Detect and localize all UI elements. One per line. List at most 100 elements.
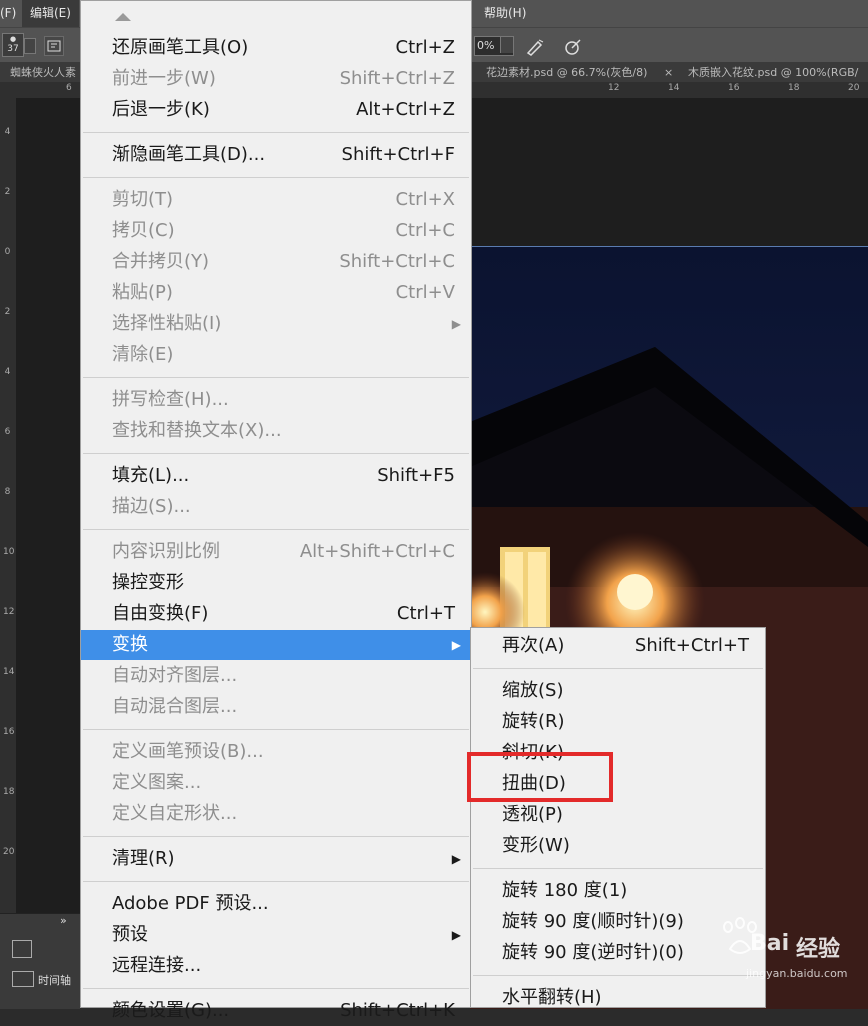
menu-item-label: 定义画笔预设(B)...	[112, 741, 264, 762]
menu-item-label: 拷贝(C)	[112, 220, 175, 241]
menu-item-edit-2-2[interactable]: 合并拷贝(Y) Shift+Ctrl+C	[81, 247, 471, 277]
menu-item-label: 粘贴(P)	[112, 282, 173, 303]
menu-item-label: 变形(W)	[502, 835, 570, 856]
menu-item-transform-1-4[interactable]: 透视(P)	[471, 800, 765, 830]
ruler-tick: 2	[4, 307, 11, 317]
ruler-tick: 18	[788, 83, 800, 93]
tab-doc-3[interactable]: 木质嵌入花纹.psd @ 100%(RGB/	[688, 63, 868, 82]
menu-item-edit-8-2[interactable]: 远程连接...	[81, 951, 471, 981]
menu-item-edit-0-0[interactable]: 还原画笔工具(O) Ctrl+Z	[81, 33, 471, 63]
menu-item-transform-1-1[interactable]: 旋转(R)	[471, 707, 765, 737]
menu-item-edit-6-2[interactable]: 定义自定形状...	[81, 799, 471, 829]
menu-item-label: 后退一步(K)	[112, 99, 210, 120]
timeline-tab[interactable]: 时间轴	[38, 972, 71, 988]
menu-item-label: 旋转 90 度(顺时针)(9)	[502, 911, 684, 932]
pressure-size-icon[interactable]	[562, 36, 584, 58]
menu-item-transform-2-0[interactable]: 旋转 180 度(1)	[471, 876, 765, 906]
menu-separator	[473, 668, 763, 669]
menu-item-label: 再次(A)	[502, 635, 565, 656]
menu-item-edit-5-3[interactable]: 变换 ▶	[81, 630, 471, 660]
menu-item-shortcut: Shift+Ctrl+K	[340, 1000, 455, 1021]
menu-item-edit-5-5[interactable]: 自动混合图层...	[81, 692, 471, 722]
menu-separator	[473, 868, 763, 869]
ruler-tick: 18	[3, 787, 15, 797]
menu-item-edit-0-2[interactable]: 后退一步(K) Alt+Ctrl+Z	[81, 95, 471, 125]
airbrush-icon[interactable]	[524, 36, 546, 58]
panel-image-icon[interactable]	[12, 940, 32, 958]
menu-item-label: 内容识别比例	[112, 541, 220, 562]
menu-item-label: 查找和替换文本(X)...	[112, 420, 282, 441]
menu-item-label: 渐隐画笔工具(D)...	[112, 144, 266, 165]
submenu-arrow-icon: ▶	[451, 928, 461, 942]
menu-item-edit-4-1[interactable]: 描边(S)...	[81, 492, 471, 522]
menu-item-edit-9-0[interactable]: 颜色设置(G)... Shift+Ctrl+K	[81, 996, 471, 1026]
menu-item-edit-6-1[interactable]: 定义图案...	[81, 768, 471, 798]
menu-item-edit-2-1[interactable]: 拷贝(C) Ctrl+C	[81, 216, 471, 246]
brush-preset-picker[interactable]: ● 37	[2, 33, 24, 57]
menu-item-transform-0-0[interactable]: 再次(A) Shift+Ctrl+T	[471, 631, 765, 661]
menu-item-edit-2-5[interactable]: 清除(E)	[81, 340, 471, 370]
menu-item-edit-6-0[interactable]: 定义画笔预设(B)...	[81, 737, 471, 767]
menu-item-edit-7-0[interactable]: 清理(R) ▶	[81, 844, 471, 874]
menu-item-transform-1-0[interactable]: 缩放(S)	[471, 676, 765, 706]
menu-item-shortcut: Ctrl+Z	[395, 37, 455, 58]
brush-panel-toggle-icon[interactable]	[44, 36, 64, 56]
menu-scroll-up-icon[interactable]	[115, 13, 131, 21]
menu-help[interactable]: 帮助(H)	[484, 0, 526, 27]
timeline-icon[interactable]	[12, 971, 34, 987]
ruler-tick: 4	[4, 127, 11, 137]
menu-separator	[83, 988, 469, 989]
submenu-arrow-icon: ▶	[451, 638, 461, 652]
menu-edit[interactable]: 编辑(E)	[22, 0, 79, 27]
menu-item-edit-5-1[interactable]: 操控变形	[81, 568, 471, 598]
menu-item-label: 远程连接...	[112, 955, 202, 976]
menu-item-edit-2-0[interactable]: 剪切(T) Ctrl+X	[81, 185, 471, 215]
menu-item-transform-1-5[interactable]: 变形(W)	[471, 831, 765, 861]
ruler-tick: 8	[4, 487, 11, 497]
menu-item-label: 填充(L)...	[112, 465, 190, 486]
menu-item-edit-8-1[interactable]: 预设 ▶	[81, 920, 471, 950]
side-panel: » 时间轴	[0, 913, 80, 1009]
flow-dropdown-arrow[interactable]	[500, 37, 513, 53]
menu-item-edit-2-4[interactable]: 选择性粘贴(I) ▶	[81, 309, 471, 339]
menu-item-label: 描边(S)...	[112, 496, 191, 517]
menu-item-edit-8-0[interactable]: Adobe PDF 预设...	[81, 889, 471, 919]
menu-item-edit-3-0[interactable]: 拼写检查(H)...	[81, 385, 471, 415]
submenu-arrow-icon: ▶	[451, 852, 461, 866]
tab-doc-2[interactable]: 花边素材.psd @ 66.7%(灰色/8)	[486, 63, 662, 82]
menu-item-shortcut: Ctrl+C	[395, 220, 455, 241]
menu-item-edit-3-1[interactable]: 查找和替换文本(X)...	[81, 416, 471, 446]
menu-item-label: 合并拷贝(Y)	[112, 251, 210, 272]
annotation-highlight-box	[467, 752, 613, 802]
menu-item-edit-5-2[interactable]: 自由变换(F) Ctrl+T	[81, 599, 471, 629]
menu-item-label: 清除(E)	[112, 344, 174, 365]
ruler-tick: 16	[3, 727, 15, 737]
panel-collapse-icon[interactable]: »	[60, 914, 67, 927]
menu-file[interactable]: (F)	[0, 0, 18, 27]
ruler-tick: 4	[4, 367, 11, 377]
menu-separator	[83, 377, 469, 378]
tab-close-icon[interactable]: ×	[664, 63, 673, 82]
ruler-tick: 10	[3, 547, 15, 557]
watermark-brand-tail: 经验	[796, 937, 841, 962]
menu-item-edit-5-4[interactable]: 自动对齐图层...	[81, 661, 471, 691]
menu-item-shortcut: Ctrl+X	[395, 189, 455, 210]
menu-item-label: 清理(R)	[112, 848, 175, 869]
menu-separator	[83, 836, 469, 837]
menu-separator	[83, 529, 469, 530]
ruler-tick: 2	[4, 187, 11, 197]
menu-item-edit-1-0[interactable]: 渐隐画笔工具(D)... Shift+Ctrl+F	[81, 140, 471, 170]
brush-dropdown-arrow[interactable]	[24, 38, 36, 54]
menu-item-label: 透视(P)	[502, 804, 563, 825]
menu-item-shortcut: Shift+Ctrl+F	[341, 144, 455, 165]
menu-item-shortcut: Alt+Ctrl+Z	[356, 99, 455, 120]
tab-doc-1[interactable]: 蜘蛛侠火人素	[10, 63, 82, 82]
menu-item-edit-0-1[interactable]: 前进一步(W) Shift+Ctrl+Z	[81, 64, 471, 94]
menu-item-label: 自动混合图层...	[112, 696, 238, 717]
menu-item-edit-2-3[interactable]: 粘贴(P) Ctrl+V	[81, 278, 471, 308]
menu-item-edit-5-0[interactable]: 内容识别比例 Alt+Shift+Ctrl+C	[81, 537, 471, 567]
ruler-tick: 20	[848, 83, 860, 93]
watermark-url: jingyan.baidu.com	[746, 967, 848, 980]
menu-item-label: 旋转(R)	[502, 711, 565, 732]
menu-item-edit-4-0[interactable]: 填充(L)... Shift+F5	[81, 461, 471, 491]
